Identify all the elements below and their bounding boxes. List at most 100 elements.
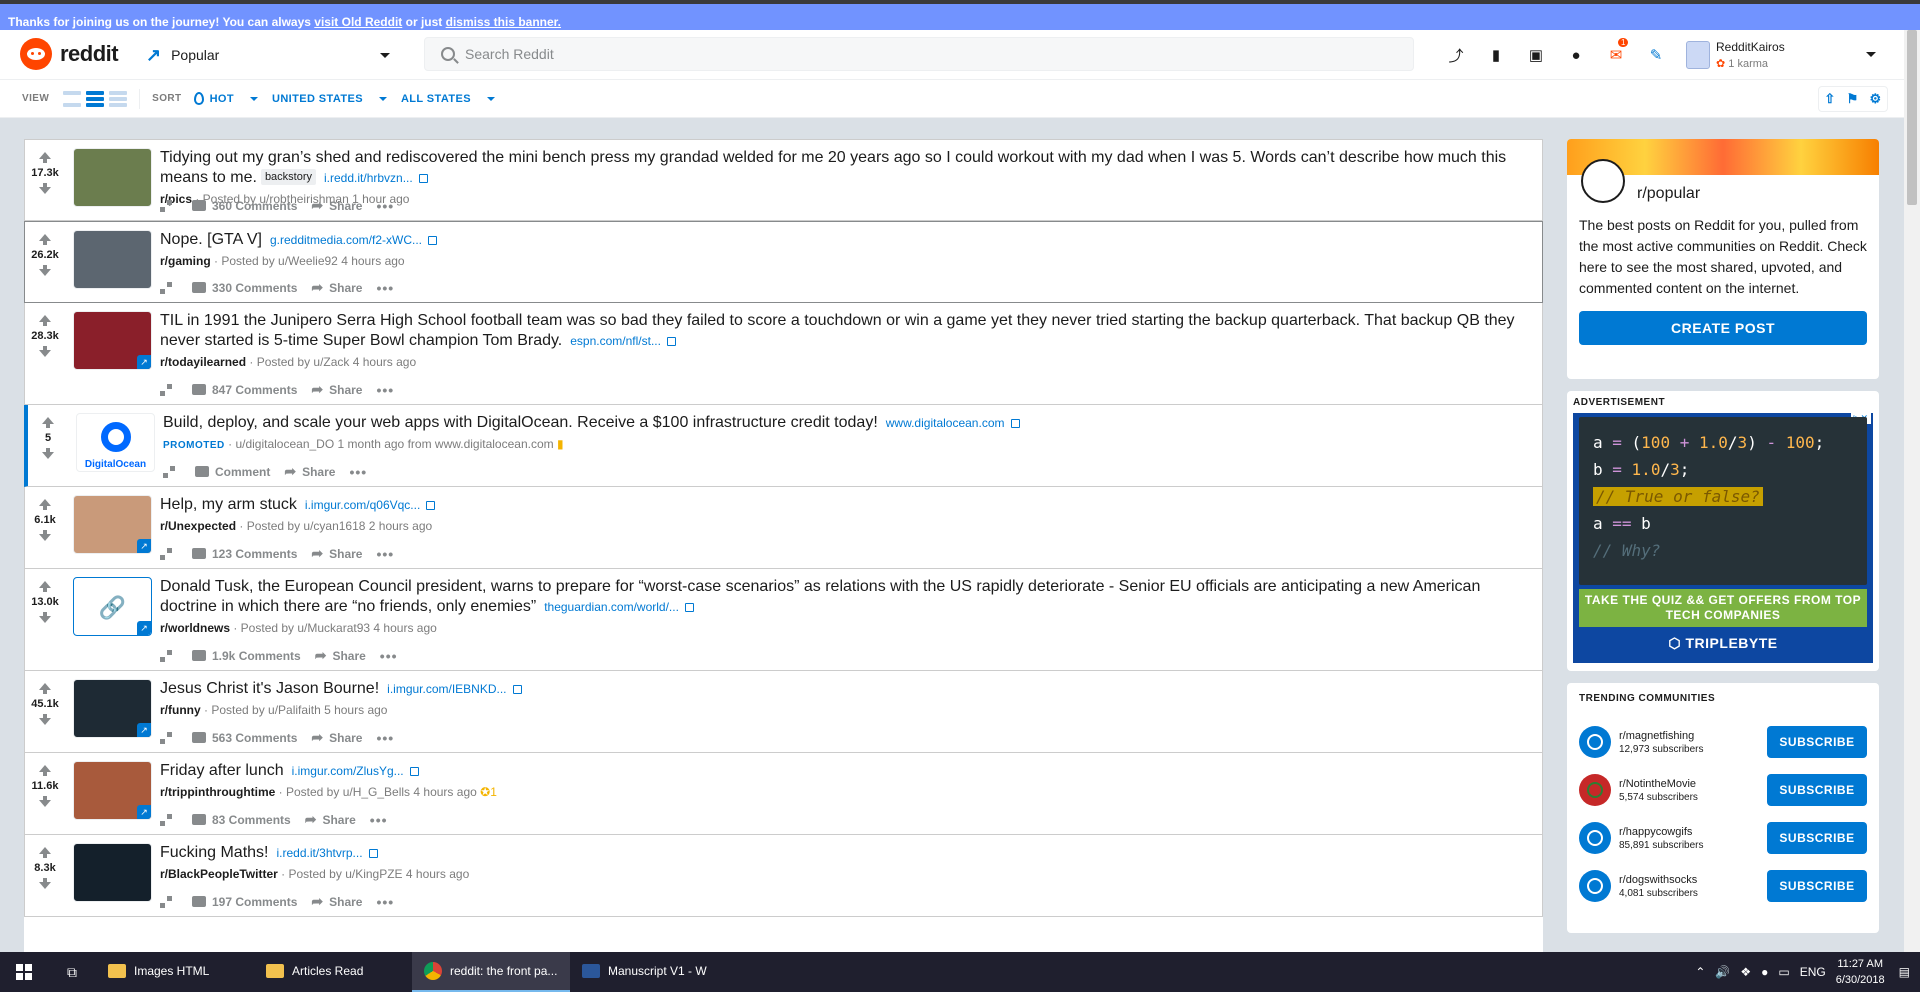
search-input[interactable] xyxy=(465,46,1365,62)
sort-hot-dropdown[interactable]: HOT xyxy=(193,92,258,105)
create-post-button[interactable]: CREATE POST xyxy=(1579,311,1867,345)
post-card[interactable]: 6.1k ↗ Help, my arm stuck i.imgur.com/q06… xyxy=(24,487,1543,569)
community-link[interactable]: r/magnetfishing xyxy=(1619,730,1767,742)
downvote-icon[interactable] xyxy=(39,714,51,725)
expand-icon[interactable] xyxy=(160,281,172,294)
start-button[interactable] xyxy=(0,952,48,992)
language-indicator[interactable]: ENG xyxy=(1800,965,1826,979)
downvote-icon[interactable] xyxy=(39,612,51,623)
upvote-icon[interactable] xyxy=(39,315,51,326)
downvote-icon[interactable] xyxy=(39,265,51,276)
subscribe-button[interactable]: SUBSCRIBE xyxy=(1767,774,1867,806)
community-icon[interactable] xyxy=(1579,822,1611,854)
more-options-icon[interactable]: ••• xyxy=(380,648,398,664)
comments-button[interactable]: 563 Comments xyxy=(192,731,297,745)
subreddit-link[interactable]: r/funny xyxy=(160,703,201,717)
post-card[interactable]: 45.1k ↗ Jesus Christ it's Jason Bourne! i… xyxy=(24,671,1543,753)
more-options-icon[interactable]: ••• xyxy=(376,198,394,214)
subscribe-button[interactable]: SUBSCRIBE xyxy=(1767,726,1867,758)
post-card[interactable]: 17.3k Tidying out my gran’s shed and red… xyxy=(24,139,1543,221)
post-domain-link[interactable]: i.redd.it/hrbvzn... xyxy=(324,171,428,185)
post-card[interactable]: 11.6k ↗ Friday after lunch i.imgur.com/Zl… xyxy=(24,753,1543,835)
subreddit-link[interactable]: r/Unexpected xyxy=(160,519,236,533)
community-icon[interactable] xyxy=(1579,726,1611,758)
post-title[interactable]: Fucking Maths! i.redd.it/3htvrp... xyxy=(160,843,1532,863)
promoted-post-card[interactable]: 5 DigitalOcean Build, deploy, and scale … xyxy=(24,405,1543,487)
post-domain-link[interactable]: g.redditmedia.com/f2-xWC... xyxy=(270,233,438,247)
post-card[interactable]: 26.2k Nope. [GTA V] g.redditmedia.com/f2-… xyxy=(24,221,1543,303)
share-button[interactable]: ➦ Share xyxy=(284,463,335,480)
subscribe-button[interactable]: SUBSCRIBE xyxy=(1767,870,1867,902)
community-link[interactable]: r/NotintheMovie xyxy=(1619,778,1767,790)
post-domain-link[interactable]: i.imgur.com/IEBNKD... xyxy=(387,682,522,696)
subreddit-link[interactable]: r/todayilearned xyxy=(160,355,246,369)
expand-icon[interactable] xyxy=(160,199,172,212)
comments-button[interactable]: 360 Comments xyxy=(192,199,297,213)
mail-icon[interactable]: ✉ 1 xyxy=(1596,38,1636,67)
share-button[interactable]: ➦ Share xyxy=(311,197,362,214)
post-card[interactable]: 13.0k 🔗 ↗ Donald Tusk, the European Counc… xyxy=(24,569,1543,671)
post-domain-link[interactable]: theguardian.com/world/... xyxy=(544,600,694,614)
expand-icon[interactable] xyxy=(163,465,175,478)
post-thumbnail[interactable]: ↗ xyxy=(73,495,152,554)
post-title[interactable]: Donald Tusk, the European Council presid… xyxy=(160,577,1532,617)
subreddit-link[interactable]: r/worldnews xyxy=(160,621,230,635)
link-thumbnail[interactable]: 🔗 ↗ xyxy=(73,577,152,636)
task-view-icon[interactable]: ⧉ xyxy=(48,964,96,981)
scrollbar-thumb[interactable] xyxy=(1907,30,1917,205)
old-reddit-link[interactable]: visit Old Reddit xyxy=(314,15,402,29)
share-button[interactable]: ➦ Share xyxy=(311,729,362,746)
more-options-icon[interactable]: ••• xyxy=(376,730,394,746)
post-thumbnail[interactable] xyxy=(73,148,152,207)
more-options-icon[interactable]: ••• xyxy=(376,280,394,296)
chrome-tray-icon[interactable]: ● xyxy=(1761,965,1768,979)
upvote-icon[interactable] xyxy=(39,765,51,776)
community-link[interactable]: r/happycowgifs xyxy=(1619,826,1767,838)
share-button[interactable]: ➦ Share xyxy=(311,893,362,910)
community-icon[interactable] xyxy=(1579,870,1611,902)
downvote-icon[interactable] xyxy=(39,796,51,807)
post-title[interactable]: TIL in 1991 the Junipero Serra High Scho… xyxy=(160,311,1532,351)
post-domain-link[interactable]: espn.com/nfl/st... xyxy=(570,334,676,348)
expand-icon[interactable] xyxy=(160,731,172,744)
share-button[interactable]: ➦ Share xyxy=(311,545,362,562)
comments-button[interactable]: 1.9k Comments xyxy=(192,649,301,663)
share-button[interactable]: ➦ Share xyxy=(305,811,356,828)
downvote-icon[interactable] xyxy=(39,530,51,541)
post-title[interactable]: Build, deploy, and scale your web apps w… xyxy=(163,413,1532,433)
comments-button[interactable]: 83 Comments xyxy=(192,813,291,827)
more-options-icon[interactable]: ••• xyxy=(376,894,394,910)
cc-icon[interactable]: ▣ xyxy=(1516,43,1556,67)
share-button[interactable]: ➦ Share xyxy=(311,381,362,398)
share-button[interactable]: ➦ Share xyxy=(311,279,362,296)
expand-icon[interactable] xyxy=(160,547,172,560)
post-thumbnail[interactable] xyxy=(73,843,152,902)
volume-icon[interactable]: 🔊 xyxy=(1715,965,1730,979)
chevron-up-icon[interactable]: ⌃ xyxy=(1695,965,1705,979)
subreddit-link[interactable]: r/gaming xyxy=(160,254,211,268)
expand-icon[interactable] xyxy=(160,813,172,826)
trending-icon[interactable]: ⤴ xyxy=(1436,43,1476,67)
post-domain-link[interactable]: i.redd.it/3htvrp... xyxy=(276,846,378,860)
taskbar-item-images-html[interactable]: Images HTML xyxy=(96,952,254,992)
upvote-icon[interactable] xyxy=(39,152,51,163)
community-icon[interactable] xyxy=(1579,774,1611,806)
post-thumbnail[interactable]: ↗ xyxy=(73,761,152,820)
subreddit-link[interactable]: r/trippinthroughtime xyxy=(160,785,275,799)
post-domain-link[interactable]: www.digitalocean.com xyxy=(886,416,1020,430)
post-title[interactable]: Nope. [GTA V] g.redditmedia.com/f2-xWC... xyxy=(160,230,1532,250)
upvote-icon[interactable] xyxy=(39,234,51,245)
post-title[interactable]: Help, my arm stuck i.imgur.com/q06Vqc... xyxy=(160,495,1532,515)
country-dropdown[interactable]: UNITED STATES xyxy=(272,93,387,105)
more-options-icon[interactable]: ••• xyxy=(376,382,394,398)
post-thumbnail[interactable] xyxy=(73,230,152,289)
subscribe-button[interactable]: SUBSCRIBE xyxy=(1767,822,1867,854)
page-scrollbar[interactable] xyxy=(1904,30,1920,952)
upvote-icon[interactable] xyxy=(39,581,51,592)
user-menu[interactable]: RedditKairos ✿ 1 karma xyxy=(1686,36,1886,74)
community-link[interactable]: r/dogswithsocks xyxy=(1619,874,1767,886)
post-card[interactable]: 8.3k Fucking Maths! i.redd.it/3htvrp... r… xyxy=(24,835,1543,917)
dropbox-icon[interactable]: ❖ xyxy=(1740,965,1751,979)
comments-button[interactable]: 123 Comments xyxy=(192,547,297,561)
network-icon[interactable]: ▭ xyxy=(1778,965,1789,979)
